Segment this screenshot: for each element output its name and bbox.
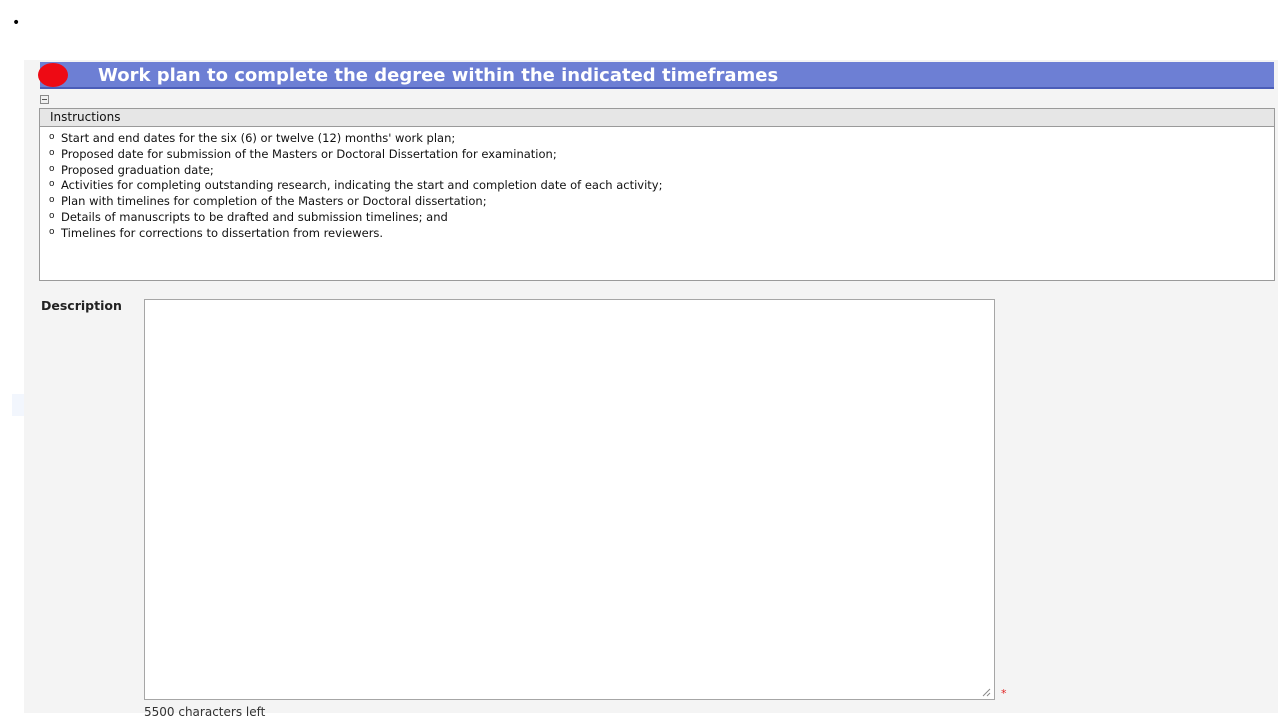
instruction-text: Plan with timelines for completion of th… bbox=[61, 194, 487, 209]
section-title: Work plan to complete the degree within … bbox=[98, 65, 779, 86]
circle-bullet-icon: o bbox=[49, 163, 55, 174]
work-plan-form: Work plan to complete the degree within … bbox=[24, 60, 1278, 719]
circle-bullet-icon: o bbox=[49, 132, 55, 142]
instructions-box: Instructions o Start and end dates for th… bbox=[39, 108, 1275, 281]
circle-bullet-icon: o bbox=[49, 147, 55, 158]
circle-bullet-icon: o bbox=[49, 210, 55, 221]
instruction-text: Details of manuscripts to be drafted and… bbox=[61, 209, 448, 224]
instruction-text: Activities for completing outstanding re… bbox=[61, 178, 663, 193]
instruction-item: o Activities for completing outstanding r… bbox=[49, 178, 1274, 194]
instruction-item: o Proposed date for submission of the Mas… bbox=[49, 147, 1274, 163]
circle-bullet-icon: o bbox=[49, 179, 55, 190]
collapse-icon[interactable] bbox=[40, 95, 49, 104]
required-asterisk: * bbox=[1001, 687, 1007, 700]
resize-grip-icon[interactable] bbox=[981, 687, 991, 697]
status-indicator-icon bbox=[38, 63, 68, 87]
instruction-text: Start and end dates for the six (6) or t… bbox=[61, 131, 456, 145]
circle-bullet-icon: o bbox=[49, 226, 55, 237]
page-bullet: • bbox=[12, 15, 21, 31]
instruction-text: Proposed date for submission of the Mast… bbox=[61, 146, 557, 161]
description-label: Description bbox=[41, 298, 122, 313]
instruction-text: Proposed graduation date; bbox=[61, 162, 214, 177]
character-counter: 5500 characters left bbox=[144, 705, 266, 719]
instructions-header: Instructions bbox=[40, 109, 1274, 127]
instruction-item: o Proposed graduation date; bbox=[49, 163, 1274, 179]
instruction-item: o Timelines for corrections to dissertati… bbox=[49, 226, 1274, 242]
instruction-item: o Details of manuscripts to be drafted an… bbox=[49, 210, 1274, 226]
instruction-text: Timelines for corrections to dissertatio… bbox=[61, 225, 384, 240]
instruction-item: o Plan with timelines for completion of t… bbox=[49, 194, 1274, 210]
section-header: Work plan to complete the degree within … bbox=[40, 62, 1274, 89]
instructions-list: o Start and end dates for the six (6) or … bbox=[40, 127, 1274, 242]
circle-bullet-icon: o bbox=[49, 195, 55, 206]
description-textarea[interactable] bbox=[144, 299, 995, 700]
instruction-item: o Start and end dates for the six (6) or … bbox=[49, 131, 1274, 147]
